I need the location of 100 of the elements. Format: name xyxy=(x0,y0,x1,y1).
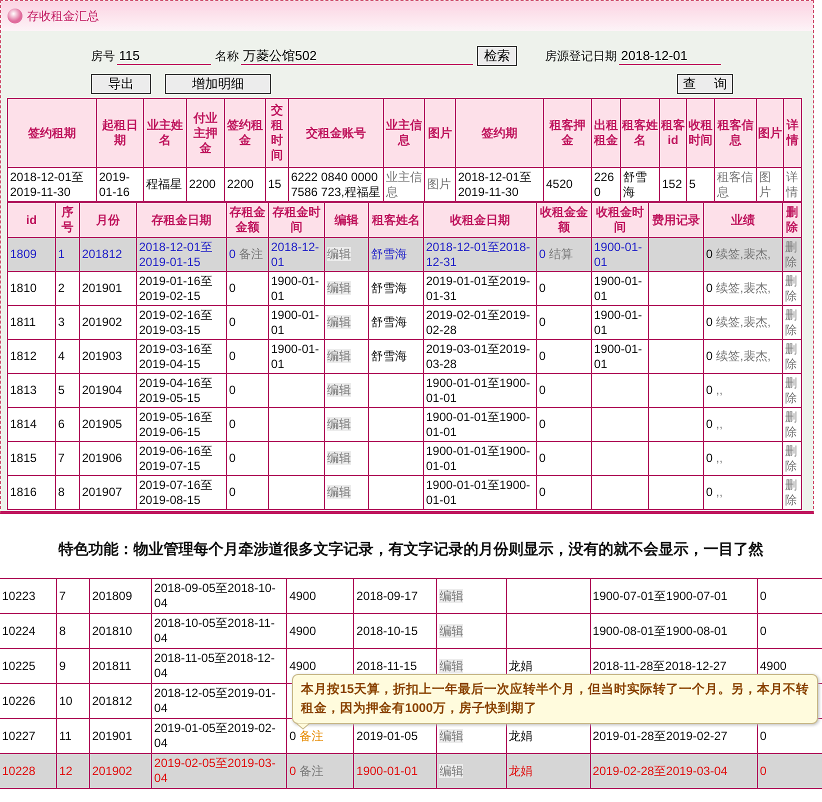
amount-text: 0 xyxy=(289,728,296,742)
table-cell: 1900-01-01 xyxy=(354,754,437,788)
edit-link[interactable]: 编辑 xyxy=(327,315,351,329)
table-cell: 2019-02-16至2019-03-15 xyxy=(136,306,226,340)
table-cell: 1900-01-01 xyxy=(592,340,648,374)
table-cell: 2200 xyxy=(224,168,266,202)
column-header: 租客姓名 xyxy=(620,98,660,168)
edit-link[interactable]: 编辑 xyxy=(439,728,464,742)
table-cell: 11 xyxy=(56,718,90,754)
table-cell: 2019-01-16 xyxy=(96,168,144,202)
performance-text: ,, xyxy=(716,485,723,499)
table-cell: 舒雪海 xyxy=(368,272,424,306)
edit-link[interactable]: 编辑 xyxy=(439,658,464,672)
edit-link[interactable]: 编辑 xyxy=(327,451,351,465)
table-cell: 2019-06-16至2019-07-15 xyxy=(136,442,226,476)
edit-link[interactable]: 编辑 xyxy=(327,247,351,261)
table-cell: 2019-02-28至2019-03-04 xyxy=(590,754,758,788)
table-cell: 9 xyxy=(56,648,90,684)
table-cell: 2018-11-05至2018-12-04 xyxy=(152,648,287,684)
tooltip: 本月按15天算，折扣上一年最后一次应转半个月，但当时实际转了一个月。另，本月不转租金，因为押金有1000万，房子快到期了 xyxy=(292,674,818,724)
column-header: 费用记录 xyxy=(648,202,704,238)
note-link[interactable]: 备注 xyxy=(299,728,324,742)
table-cell: 2019-03-16至2019-04-15 xyxy=(136,340,226,374)
table-cell: 舒雪海 xyxy=(368,340,424,374)
panel-title: 存收租金汇总 xyxy=(27,8,99,24)
table-cell: 2018-09-17 xyxy=(354,578,437,614)
table-cell: 0 xyxy=(536,340,592,374)
table-cell: 0 xyxy=(536,408,592,442)
column-header: 存租金金额 xyxy=(226,202,268,238)
table-cell: 1812 xyxy=(8,340,56,374)
table-cell: 1900-01-01 xyxy=(268,272,324,306)
toolbar-button[interactable]: 导出 xyxy=(91,74,151,94)
column-header: 租客姓名 xyxy=(368,202,424,238)
table-cell: 1900-01-01 xyxy=(592,238,648,272)
table-cell: 1815 xyxy=(8,442,56,476)
table-cell: 10224 xyxy=(0,614,57,648)
table-cell: 4520 xyxy=(544,168,592,202)
table-cell: 10228 xyxy=(0,754,57,788)
column-header: 付业主押金 xyxy=(186,98,224,168)
table-cell: 2018-12-01至2018-12-31 xyxy=(424,238,536,272)
edit-link[interactable]: 编辑 xyxy=(439,764,464,778)
table-cell: 201904 xyxy=(80,374,136,408)
table-cell: 龙娟 xyxy=(506,754,590,788)
field-label: 名称 xyxy=(215,48,239,64)
column-header: 租客id xyxy=(660,98,686,168)
edit-link[interactable]: 编辑 xyxy=(439,588,464,602)
table-cell: 2200 xyxy=(186,168,224,202)
table-cell: 152 xyxy=(660,168,686,202)
table-cell: 1900-01-01 xyxy=(268,306,324,340)
column-header: 签约期 xyxy=(456,98,544,168)
table-cell: 2019-02-05至2019-03-04 xyxy=(152,754,287,788)
settle-link[interactable]: 结算 xyxy=(549,247,574,261)
table-cell: 10223 xyxy=(0,578,57,614)
note-link[interactable]: 备注 xyxy=(239,247,264,261)
edit-link[interactable]: 编辑 xyxy=(327,383,351,397)
toolbar-button[interactable]: 增加明细 xyxy=(165,74,271,94)
column-header: 图片 xyxy=(756,98,784,168)
table-cell: 1900-01-01至1900-01-01 xyxy=(424,374,536,408)
table-cell: 2019-03-01至2019-03-28 xyxy=(424,340,536,374)
table-cell: 0 xyxy=(226,374,268,408)
column-header: 签约租期 xyxy=(8,98,96,168)
table-cell: 0 xyxy=(226,442,268,476)
table-cell: 0 xyxy=(226,476,268,510)
amount-text: 0 xyxy=(706,315,713,329)
column-header: 收租金日期 xyxy=(424,202,536,238)
table-cell: 0 xyxy=(536,272,592,306)
table-cell: 0 xyxy=(757,614,822,648)
search-button[interactable]: 检索 xyxy=(477,46,517,66)
table-cell: 1900-01-01 xyxy=(592,306,648,340)
field-label: 房号 xyxy=(91,48,115,64)
amount-text: 0 xyxy=(289,764,296,778)
edit-link[interactable]: 编辑 xyxy=(327,281,351,295)
performance-text: ,, xyxy=(716,451,723,465)
amount-text: 0 xyxy=(706,417,713,431)
table-cell: 程福星 xyxy=(144,168,186,202)
table-cell: 201903 xyxy=(80,340,136,374)
table-cell: 2018-12-01 xyxy=(268,238,324,272)
table-cell: 0 xyxy=(757,578,822,614)
table-cell: 201907 xyxy=(80,476,136,510)
column-header: 序号 xyxy=(56,202,80,238)
circle-icon xyxy=(7,8,23,24)
query-button[interactable]: 查 询 xyxy=(677,74,733,94)
date-field[interactable]: 2018-12-01 xyxy=(619,47,721,65)
edit-link[interactable]: 编辑 xyxy=(327,349,351,363)
column-header: 业主信息 xyxy=(384,98,424,168)
table-cell: 舒雪海 xyxy=(620,168,660,202)
note-link[interactable]: 备注 xyxy=(299,764,324,778)
table-cell: 201906 xyxy=(80,442,136,476)
input-field[interactable]: 万菱公馆502 xyxy=(241,47,473,65)
input-field[interactable]: 115 xyxy=(117,47,211,65)
column-header: 交租时间 xyxy=(266,98,288,168)
edit-link[interactable]: 编辑 xyxy=(327,417,351,431)
tooltip-pointer-icon xyxy=(296,723,310,730)
edit-link[interactable]: 编辑 xyxy=(439,624,464,638)
table-cell: 1900-01-01至1900-01-01 xyxy=(424,476,536,510)
table-cell: 2018-10-15 xyxy=(354,614,437,648)
table-cell: 3 xyxy=(56,306,80,340)
table-cell: 201812 xyxy=(90,684,152,718)
edit-link[interactable]: 编辑 xyxy=(327,485,351,499)
performance-text: 续签,裴杰, xyxy=(716,349,771,363)
